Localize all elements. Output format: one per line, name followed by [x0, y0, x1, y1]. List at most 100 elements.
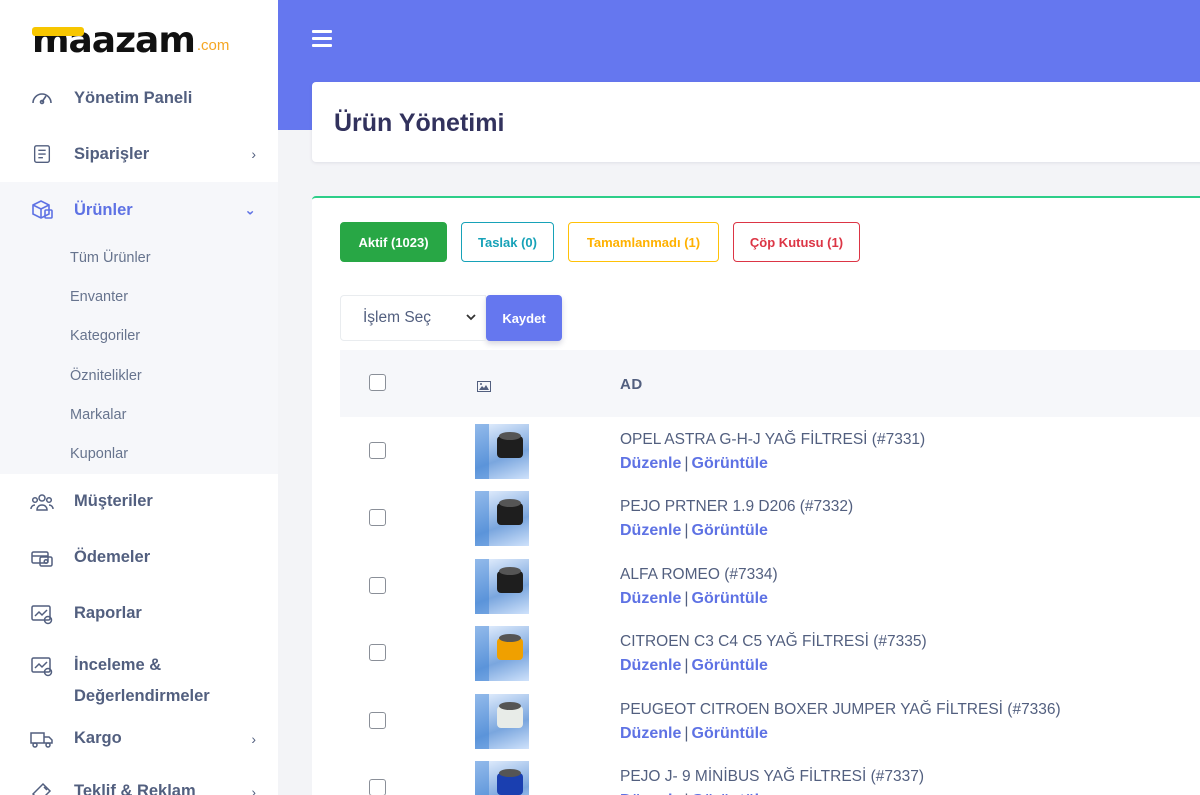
row-actions: Düzenle|Görüntüle [620, 522, 768, 540]
sidebar-item-offers-ads[interactable]: Teklif & Reklam › [0, 764, 278, 795]
edit-link[interactable]: Düzenle [620, 725, 681, 742]
save-button[interactable]: Kaydet [486, 295, 562, 341]
chevron-down-icon: ⌄ [244, 201, 256, 218]
products-box-icon [30, 198, 54, 222]
bulk-action-select-value: İşlem Seç [363, 309, 432, 326]
row-actions: Düzenle|Görüntüle [620, 725, 768, 743]
bulk-actions: İşlem Seç Kaydet [340, 295, 562, 341]
sidebar-item-label: Yönetim Paneli [74, 88, 193, 107]
filter-incomplete-button[interactable]: Tamamlanmadı (1) [568, 222, 719, 262]
product-thumbnail[interactable] [475, 693, 529, 749]
product-thumbnail[interactable] [475, 626, 529, 682]
product-thumbnail[interactable] [475, 760, 529, 795]
submenu-categories[interactable]: Kategoriler [0, 317, 278, 356]
chevron-right-icon: › [251, 783, 256, 795]
row-checkbox[interactable] [369, 711, 386, 729]
table-row: OPEL ASTRA G-H-J YAĞ FİLTRESİ (#7331) Düz… [340, 417, 1200, 484]
product-name: ALFA ROMEO (#7334) [620, 565, 778, 583]
product-name: OPEL ASTRA G-H-J YAĞ FİLTRESİ (#7331) [620, 431, 926, 448]
submenu-coupons[interactable]: Kuponlar [0, 434, 278, 473]
sidebar-item-reviews[interactable]: İnceleme & Değerlendirmeler [0, 642, 278, 714]
sidebar-item-dashboard[interactable]: Yönetim Paneli [0, 70, 278, 126]
shipping-truck-icon [30, 727, 54, 751]
view-link[interactable]: Görüntüle [692, 590, 768, 607]
row-checkbox[interactable] [369, 442, 386, 459]
product-name: PEJO J- 9 MİNİBUS YAĞ FİLTRESİ (#7337) [620, 767, 925, 785]
table-row: ALFA ROMEO (#7334) Düzenle | Görüntüle [340, 552, 1200, 619]
link-separator: | [684, 455, 689, 472]
payments-icon [30, 546, 54, 570]
table-row: PEJO J- 9 MİNİBUS YAĞ FİLTRESİ (#7337)Dü… [340, 754, 1200, 795]
hamburger-menu-icon[interactable] [312, 30, 332, 47]
filter-active-button[interactable]: Aktif (1023) [340, 222, 447, 262]
submenu-attributes[interactable]: Öznitelikler [0, 356, 278, 395]
view-link[interactable]: Görüntüle [692, 725, 768, 742]
row-actions: Düzenle|Görüntüle [620, 590, 768, 608]
product-name: PEJO PRTNER 1.9 D206 (#7332) [620, 498, 854, 516]
bulk-action-select[interactable]: İşlem Seç [340, 295, 486, 341]
row-checkbox[interactable] [369, 509, 386, 527]
sidebar-item-label: Raporlar [74, 604, 142, 623]
status-filters: Aktif (1023) Taslak (0) Tamamlanmadı (1)… [340, 222, 860, 262]
sidebar-item-orders[interactable]: Siparişler › [0, 126, 278, 182]
edit-link[interactable]: Düzenle [620, 522, 681, 539]
edit-link[interactable]: Düzenle [620, 455, 681, 472]
table-row: PEJO PRTNER 1.9 D206 (#7332) Düzenle | Görü… [340, 484, 1200, 551]
sidebar-item-label: Müşteriler [74, 492, 153, 511]
filter-draft-button[interactable]: Taslak (0) [461, 222, 554, 262]
table-row: PEUGEOT CITROEN BOXER JUMPER YAĞ FİLTRES… [340, 687, 1200, 754]
row-checkbox[interactable] [369, 644, 386, 662]
sidebar-item-reports[interactable]: Raporlar [0, 586, 278, 642]
reports-icon [30, 602, 54, 626]
link-separator: | [684, 522, 689, 540]
sidebar-nav: Yönetim Paneli Siparişler › Ürünler ⌄ Tü… [0, 70, 278, 795]
select-all-checkbox[interactable] [369, 374, 386, 391]
megaphone-icon [30, 780, 54, 795]
logo-accent [32, 27, 84, 36]
product-thumbnail[interactable] [475, 558, 529, 614]
link-separator: | [684, 589, 689, 607]
view-link[interactable]: Görüntüle [692, 657, 768, 674]
logo-suffix: .com [196, 37, 230, 54]
sidebar-item-payments[interactable]: Ödemeler [0, 530, 278, 586]
view-link[interactable]: Görüntüle [692, 455, 768, 472]
product-name: CITROEN C3 C4 C5 YAĞ FİLTRESİ (#7335) [620, 633, 927, 651]
edit-link[interactable]: Düzenle [620, 590, 681, 607]
link-separator: | [684, 657, 689, 675]
product-table-body: OPEL ASTRA G-H-J YAĞ FİLTRESİ (#7331) Düz… [340, 417, 1200, 795]
table-header: AD [340, 350, 1200, 417]
sidebar-item-label: Ürünler [74, 200, 133, 219]
products-section: Ürünler ⌄ Tüm Ürünler Envanter Kategoril… [0, 182, 278, 474]
order-list-icon [30, 142, 54, 166]
product-thumbnail[interactable] [475, 491, 529, 547]
reviews-icon [30, 654, 54, 678]
row-checkbox[interactable] [369, 576, 386, 594]
product-thumbnail[interactable] [475, 424, 529, 479]
submenu-brands[interactable]: Markalar [0, 395, 278, 434]
sidebar-item-label: Kargo [74, 729, 122, 748]
table-row: CITROEN C3 C4 C5 YAĞ FİLTRESİ (#7335) Düz… [340, 619, 1200, 686]
submenu-inventory[interactable]: Envanter [0, 277, 278, 316]
sidebar-item-label: Ödemeler [74, 548, 151, 567]
speedometer-icon [30, 86, 54, 110]
sidebar-item-customers[interactable]: Müşteriler [0, 474, 278, 530]
edit-link[interactable]: Düzenle [620, 657, 681, 674]
logo[interactable]: maazam .com [32, 18, 230, 59]
view-link[interactable]: Görüntüle [692, 522, 768, 539]
page-title: Ürün Yönetimi [334, 109, 505, 137]
filter-trash-button[interactable]: Çöp Kutusu (1) [733, 222, 860, 262]
chevron-down-icon [465, 311, 477, 326]
link-separator: | [684, 724, 689, 742]
page-header-card: Ürün Yönetimi [312, 82, 1200, 162]
submenu-all-products[interactable]: Tüm Ürünler [0, 238, 278, 277]
row-actions: Düzenle|Görüntüle [620, 455, 768, 473]
sidebar-item-label: İnceleme & Değerlendirmeler [74, 655, 210, 705]
row-checkbox[interactable] [369, 778, 386, 795]
chevron-right-icon: › [251, 146, 256, 162]
row-actions: Düzenle|Görüntüle [620, 657, 768, 675]
sidebar-item-shipping[interactable]: Kargo › [0, 714, 278, 764]
customers-icon [30, 490, 54, 514]
chevron-right-icon: › [251, 730, 256, 747]
sidebar-item-products[interactable]: Ürünler ⌄ [0, 182, 278, 238]
product-name: PEUGEOT CITROEN BOXER JUMPER YAĞ FİLTRES… [620, 700, 1061, 718]
